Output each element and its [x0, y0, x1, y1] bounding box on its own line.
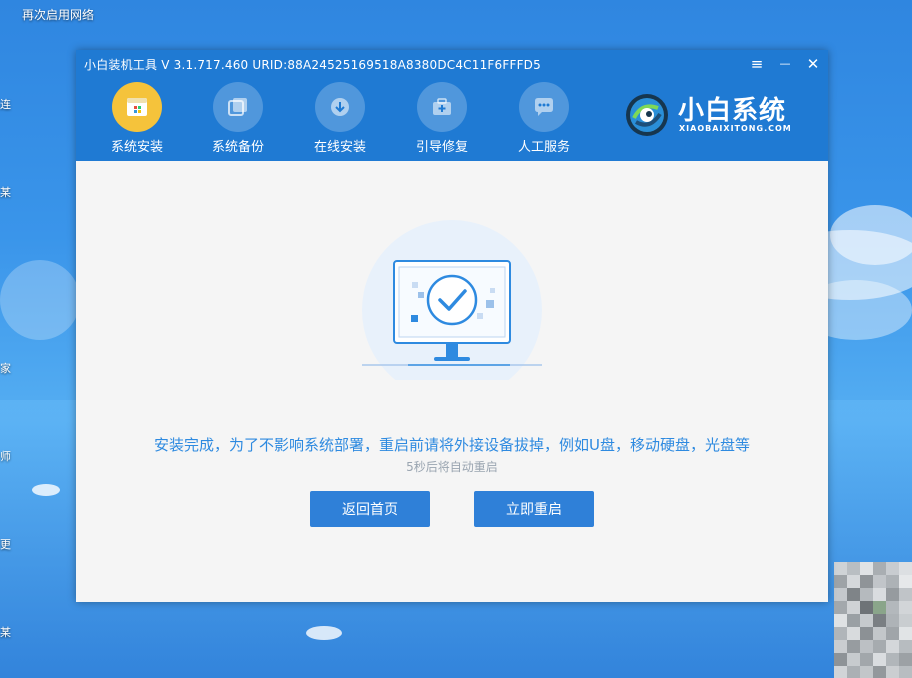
restart-countdown: 5秒后将自动重启: [406, 460, 498, 474]
restart-now-button[interactable]: 立即重启: [474, 491, 594, 527]
cloud: [306, 626, 342, 640]
nav-label: 人工服务: [517, 140, 570, 155]
content-area: 安装完成，为了不影响系统部署，重启前请将外接设备拔掉，例如U盘，移动硬盘，光盘等…: [76, 161, 828, 602]
online-install-icon: [315, 82, 365, 132]
app-window: 小白装机工具 V 3.1.717.460 URID:88A24525169518…: [76, 50, 828, 602]
brand-logo-icon: [624, 92, 670, 138]
nav-label: 引导修复: [415, 140, 468, 155]
boot-repair-icon: [417, 82, 467, 132]
desktop-edge-label[interactable]: 更: [0, 536, 11, 552]
menu-button[interactable]: ≡: [746, 54, 768, 74]
cloud: [32, 484, 60, 496]
nav-item-chat-service[interactable]: 人工服务: [499, 82, 589, 155]
brand-subtitle: XIAOBAIXITONG.COM: [679, 124, 792, 133]
nav-label: 系统备份: [211, 140, 264, 155]
desktop: 再次启用网络 连 某 家 师 更 某 小白装机工具 V 3.1.717.460 …: [0, 0, 912, 678]
back-home-button[interactable]: 返回首页: [310, 491, 430, 527]
desktop-edge-label[interactable]: 家: [0, 360, 11, 376]
cloud: [0, 260, 80, 340]
nav-item-boot-repair[interactable]: 引导修复: [397, 82, 487, 155]
brand-name: 小白系统: [678, 96, 787, 126]
system-install-icon: [112, 82, 162, 132]
chat-service-icon: [519, 82, 569, 132]
close-button[interactable]: ✕: [802, 54, 824, 74]
nav-item-system-backup[interactable]: 系统备份: [193, 82, 283, 155]
nav-item-system-install[interactable]: 系统安装: [92, 82, 182, 155]
nav-label: 在线安装: [313, 140, 366, 155]
window-title: 小白装机工具 V 3.1.717.460 URID:88A24525169518…: [84, 58, 541, 72]
desktop-edge-label[interactable]: 某: [0, 624, 11, 640]
install-complete-illustration: [362, 220, 542, 400]
desktop-edge-label[interactable]: 某: [0, 184, 11, 200]
desktop-edge-label[interactable]: 师: [0, 448, 11, 464]
system-backup-icon: [213, 82, 263, 132]
desktop-edge-label[interactable]: 连: [0, 96, 11, 112]
desktop-icon-label[interactable]: 再次启用网络: [22, 6, 94, 23]
app-header: 小白装机工具 V 3.1.717.460 URID:88A24525169518…: [76, 50, 828, 161]
cloud: [830, 205, 912, 265]
brand: 小白系统 XIAOBAIXITONG.COM: [624, 90, 814, 146]
install-complete-message: 安装完成，为了不影响系统部署，重启前请将外接设备拔掉，例如U盘，移动硬盘，光盘等: [154, 436, 750, 454]
minimize-button[interactable]: —: [774, 54, 796, 74]
nav-label: 系统安装: [110, 140, 163, 155]
nav-item-online-install[interactable]: 在线安装: [295, 82, 385, 155]
pixelated-region: [834, 562, 912, 678]
